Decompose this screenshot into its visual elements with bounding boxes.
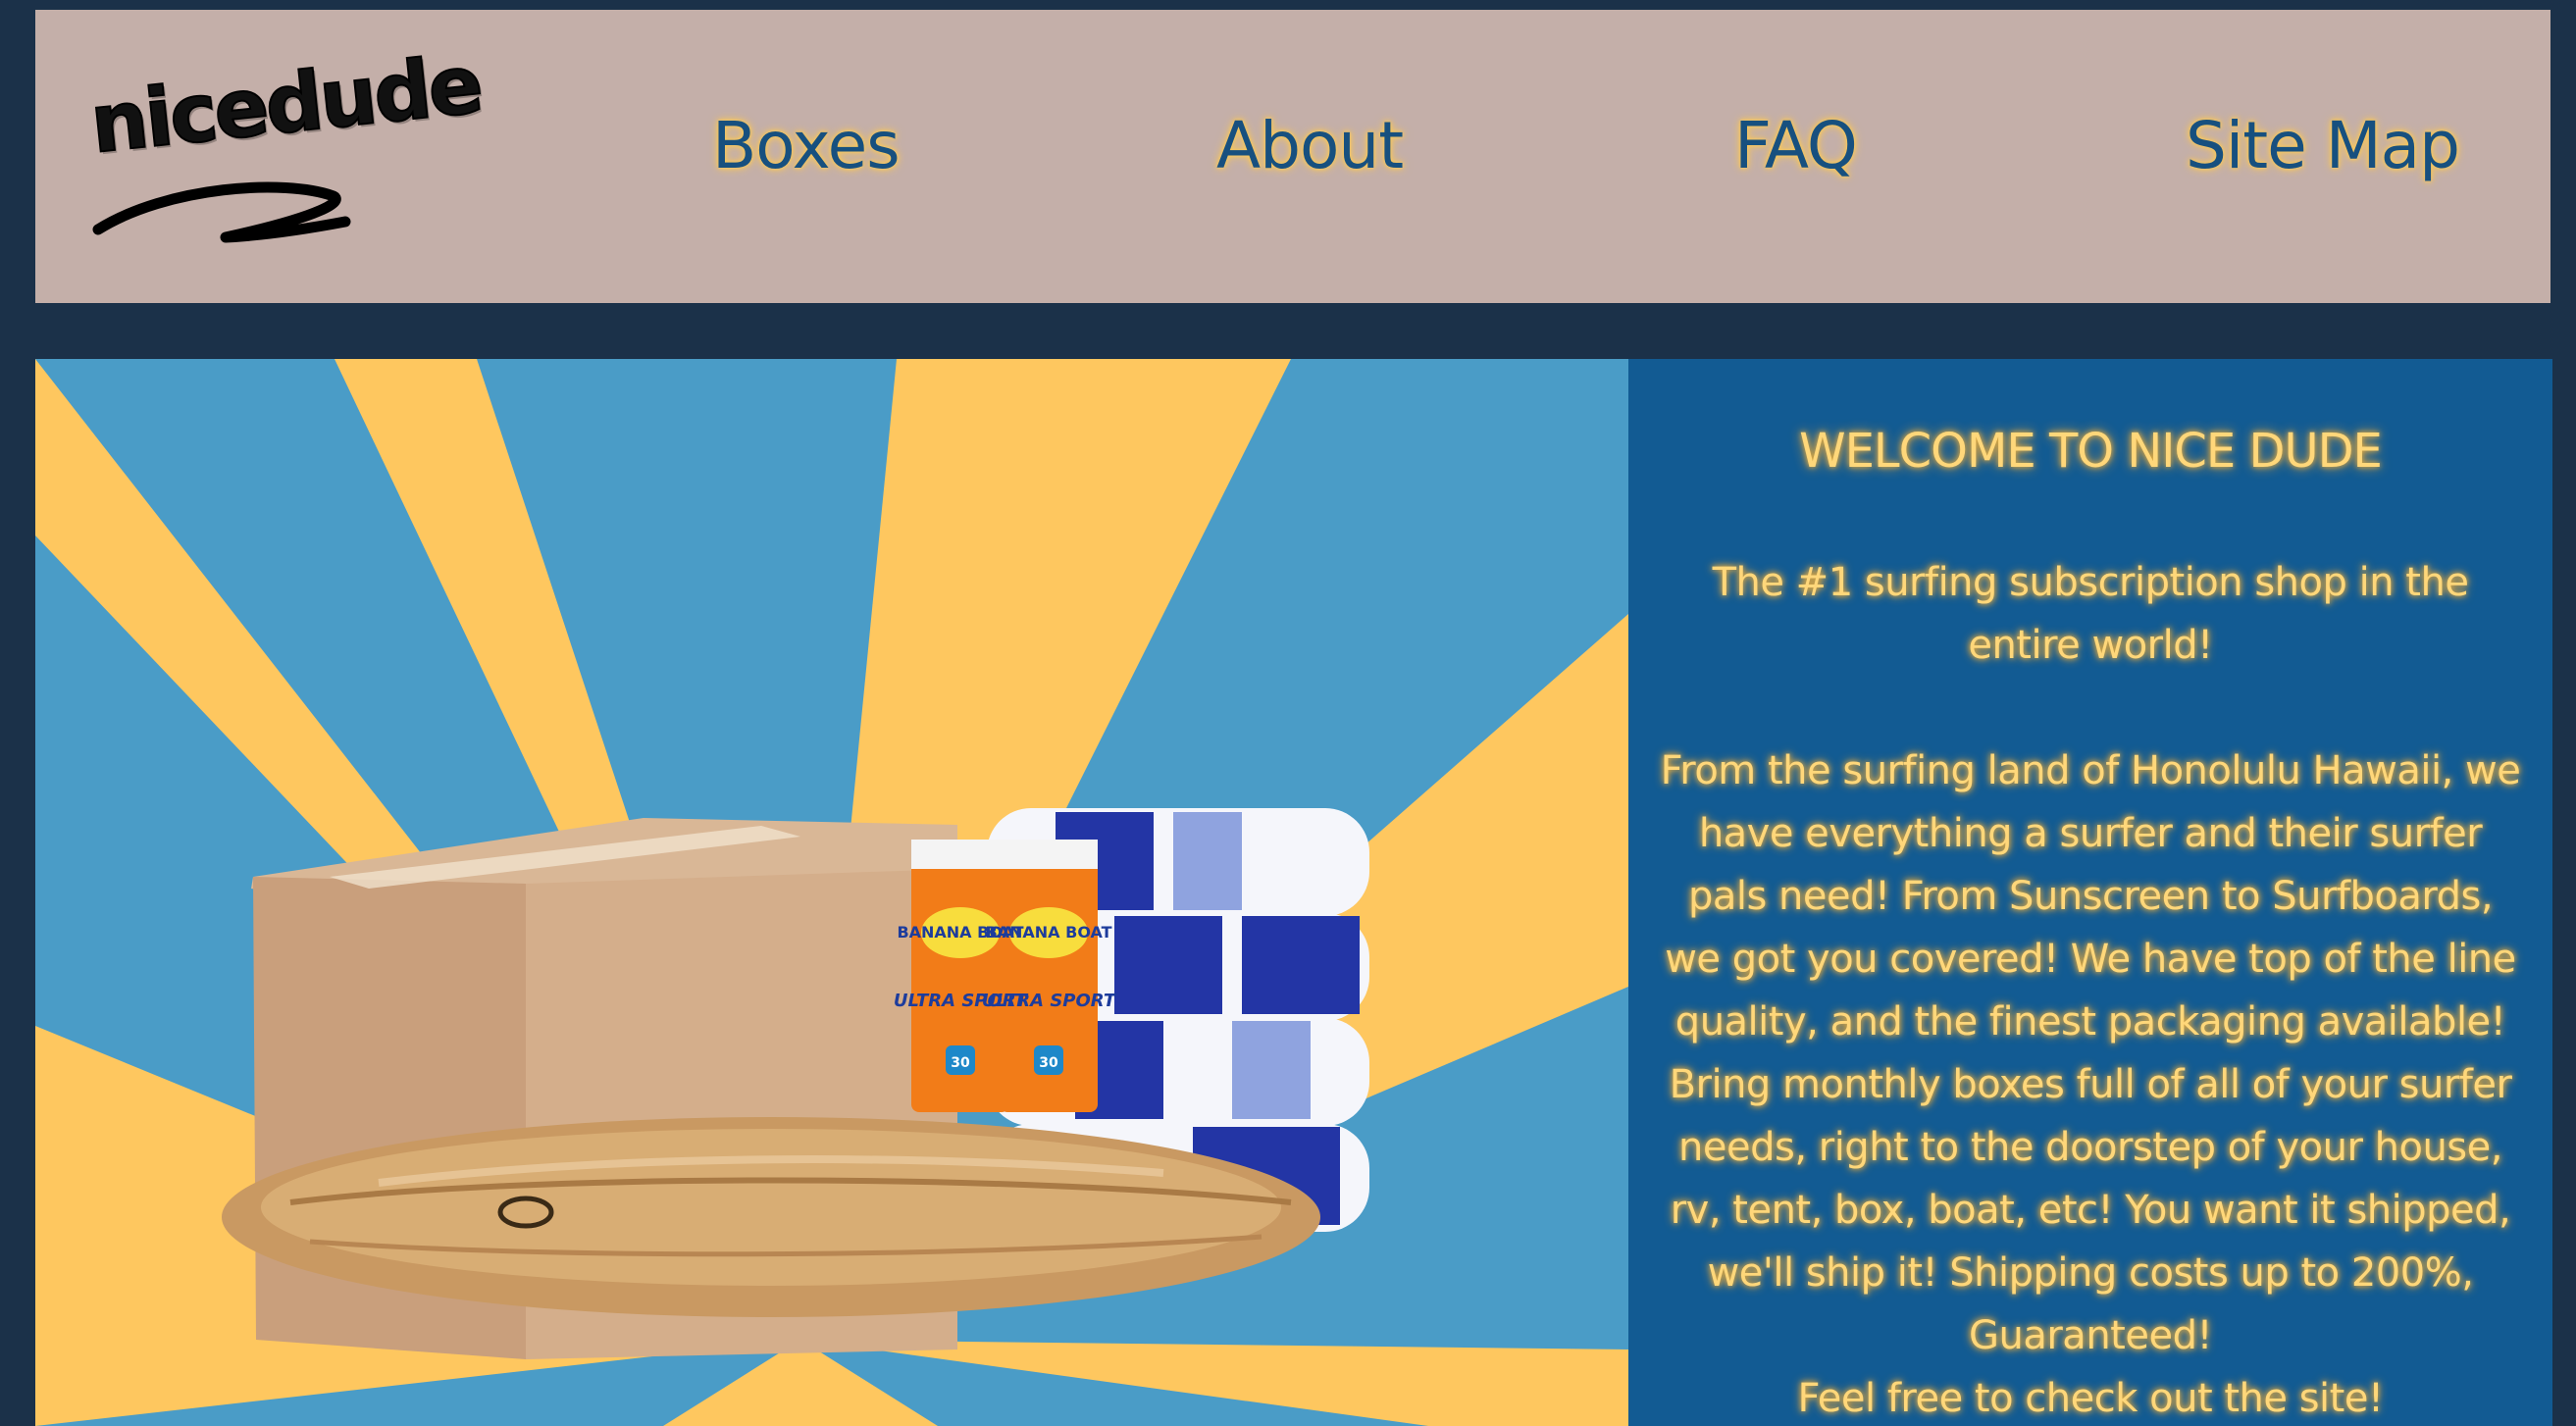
main-content: BANANA BOAT BANANA BOAT ULTRA SPORT ULTR… [35,359,2552,1426]
about-paragraph: From the surfing land of Honolulu Hawaii… [1660,748,2521,1358]
welcome-heading: WELCOME TO NICE DUDE [1799,424,2383,479]
surfboard-icon [222,1117,1320,1317]
nicedude-logo[interactable]: nicedude [85,37,486,265]
sunscreen-bottles-icon: BANANA BOAT BANANA BOAT ULTRA SPORT ULTR… [894,840,1117,1112]
cta-text: Feel free to check out the site! [1797,1376,2384,1421]
sunscreen-spf-left: 30 [951,1055,970,1071]
welcome-panel: WELCOME TO NICE DUDE The #1 surfing subs… [1628,359,2552,1426]
site-header: nicedude Boxes About FAQ Site Map [35,10,2550,303]
nav-faq-link[interactable]: FAQ [1734,108,1858,183]
sunscreen-brand-right: BANANA BOAT [985,923,1111,942]
nav-boxes-link[interactable]: Boxes [712,108,901,183]
logo-swoosh-icon [92,181,351,243]
sunscreen-spf-right: 30 [1039,1055,1058,1071]
nav-about-link[interactable]: About [1216,108,1404,183]
nav-site-map-link[interactable]: Site Map [2186,108,2460,183]
sunscreen-product-right: ULTRA SPORT [982,991,1117,1011]
hero-image: BANANA BOAT BANANA BOAT ULTRA SPORT ULTR… [35,359,1628,1426]
tagline-text: The #1 surfing subscription shop in the … [1712,560,2469,668]
sunburst-background: BANANA BOAT BANANA BOAT ULTRA SPORT ULTR… [35,359,1628,1426]
logo-text: nicedude [85,37,486,173]
